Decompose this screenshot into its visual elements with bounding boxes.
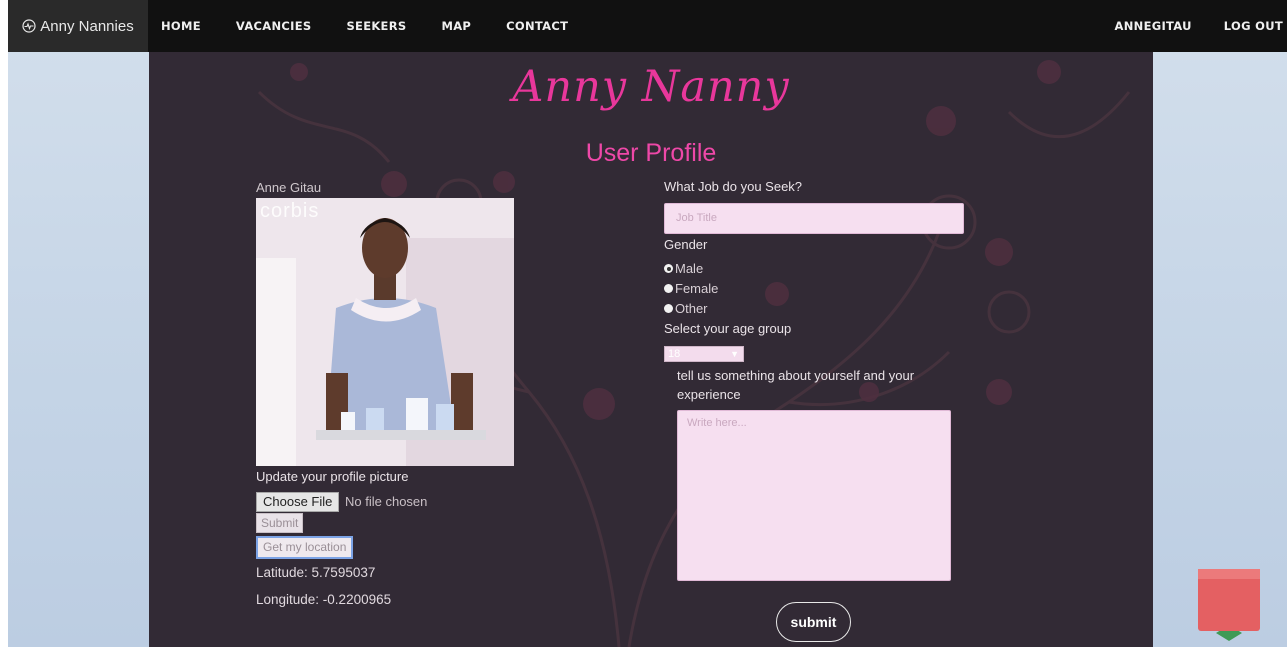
age-select-value: 18 bbox=[668, 348, 681, 360]
get-location-button[interactable]: Get my location bbox=[256, 536, 354, 559]
gender-label: Gender bbox=[664, 237, 708, 252]
latitude-text: Latitude: 5.7595037 bbox=[256, 565, 376, 580]
nav-home[interactable]: HOME bbox=[161, 19, 201, 33]
nav-links: HOME VACANCIES SEEKERS MAP CONTACT bbox=[161, 19, 603, 33]
nav-seekers[interactable]: SEEKERS bbox=[346, 19, 406, 33]
radio-female-label: Female bbox=[675, 281, 719, 296]
profile-photo-illustration bbox=[256, 198, 514, 466]
page-subtitle: User Profile bbox=[585, 139, 717, 167]
radio-other-label: Other bbox=[675, 301, 708, 316]
left-edge bbox=[0, 0, 8, 647]
gender-option-other[interactable]: Other bbox=[664, 301, 708, 316]
about-label: tell us something about yourself and you… bbox=[677, 368, 915, 402]
upload-submit-button[interactable]: Submit bbox=[256, 513, 304, 533]
brand-label: Anny Nannies bbox=[40, 17, 134, 35]
file-status: No file chosen bbox=[345, 494, 428, 509]
logout-link[interactable]: LOG OUT bbox=[1224, 19, 1283, 33]
job-title-input[interactable]: Job Title bbox=[664, 203, 964, 234]
profile-name: Anne Gitau bbox=[256, 180, 322, 195]
nav-map[interactable]: MAP bbox=[441, 19, 471, 33]
top-navbar: Anny Nannies HOME VACANCIES SEEKERS MAP … bbox=[8, 0, 1287, 52]
page-title: Anny Nanny bbox=[512, 62, 790, 112]
nav-contact[interactable]: CONTACT bbox=[506, 19, 568, 33]
radio-male-label: Male bbox=[675, 261, 704, 276]
nav-vacancies[interactable]: VACANCIES bbox=[236, 19, 312, 33]
profile-panel: Anny Nanny User Profile Anne Gitau corbi… bbox=[149, 52, 1153, 647]
brand-link[interactable]: Anny Nannies bbox=[8, 0, 148, 52]
update-photo-label: Update your profile picture bbox=[256, 469, 409, 484]
gender-option-female[interactable]: Female bbox=[664, 281, 718, 296]
chevron-down-icon: ▼ bbox=[730, 349, 739, 359]
gender-option-male[interactable]: Male bbox=[664, 261, 703, 276]
nav-user[interactable]: ANNEGITAU bbox=[1115, 19, 1192, 33]
longitude-text: Longitude: -0.2200965 bbox=[256, 592, 392, 607]
age-label: Select your age group bbox=[664, 321, 792, 336]
radio-female[interactable] bbox=[664, 284, 673, 293]
photo-watermark: corbis bbox=[260, 200, 320, 222]
submit-button[interactable]: submit bbox=[776, 602, 851, 642]
job-label: What Job do you Seek? bbox=[664, 179, 803, 194]
radio-other[interactable] bbox=[664, 304, 673, 313]
profile-photo: corbis bbox=[256, 198, 514, 466]
radio-male[interactable] bbox=[664, 264, 673, 273]
heartbeat-icon bbox=[22, 19, 36, 33]
choose-file-button[interactable]: Choose File bbox=[256, 492, 340, 512]
about-textarea[interactable]: Write here... bbox=[677, 410, 951, 581]
nav-user-area: ANNEGITAU LOG OUT bbox=[1083, 0, 1287, 52]
age-group-select[interactable]: 18 ▼ bbox=[664, 346, 744, 362]
red-cube-decoration bbox=[1198, 569, 1260, 641]
